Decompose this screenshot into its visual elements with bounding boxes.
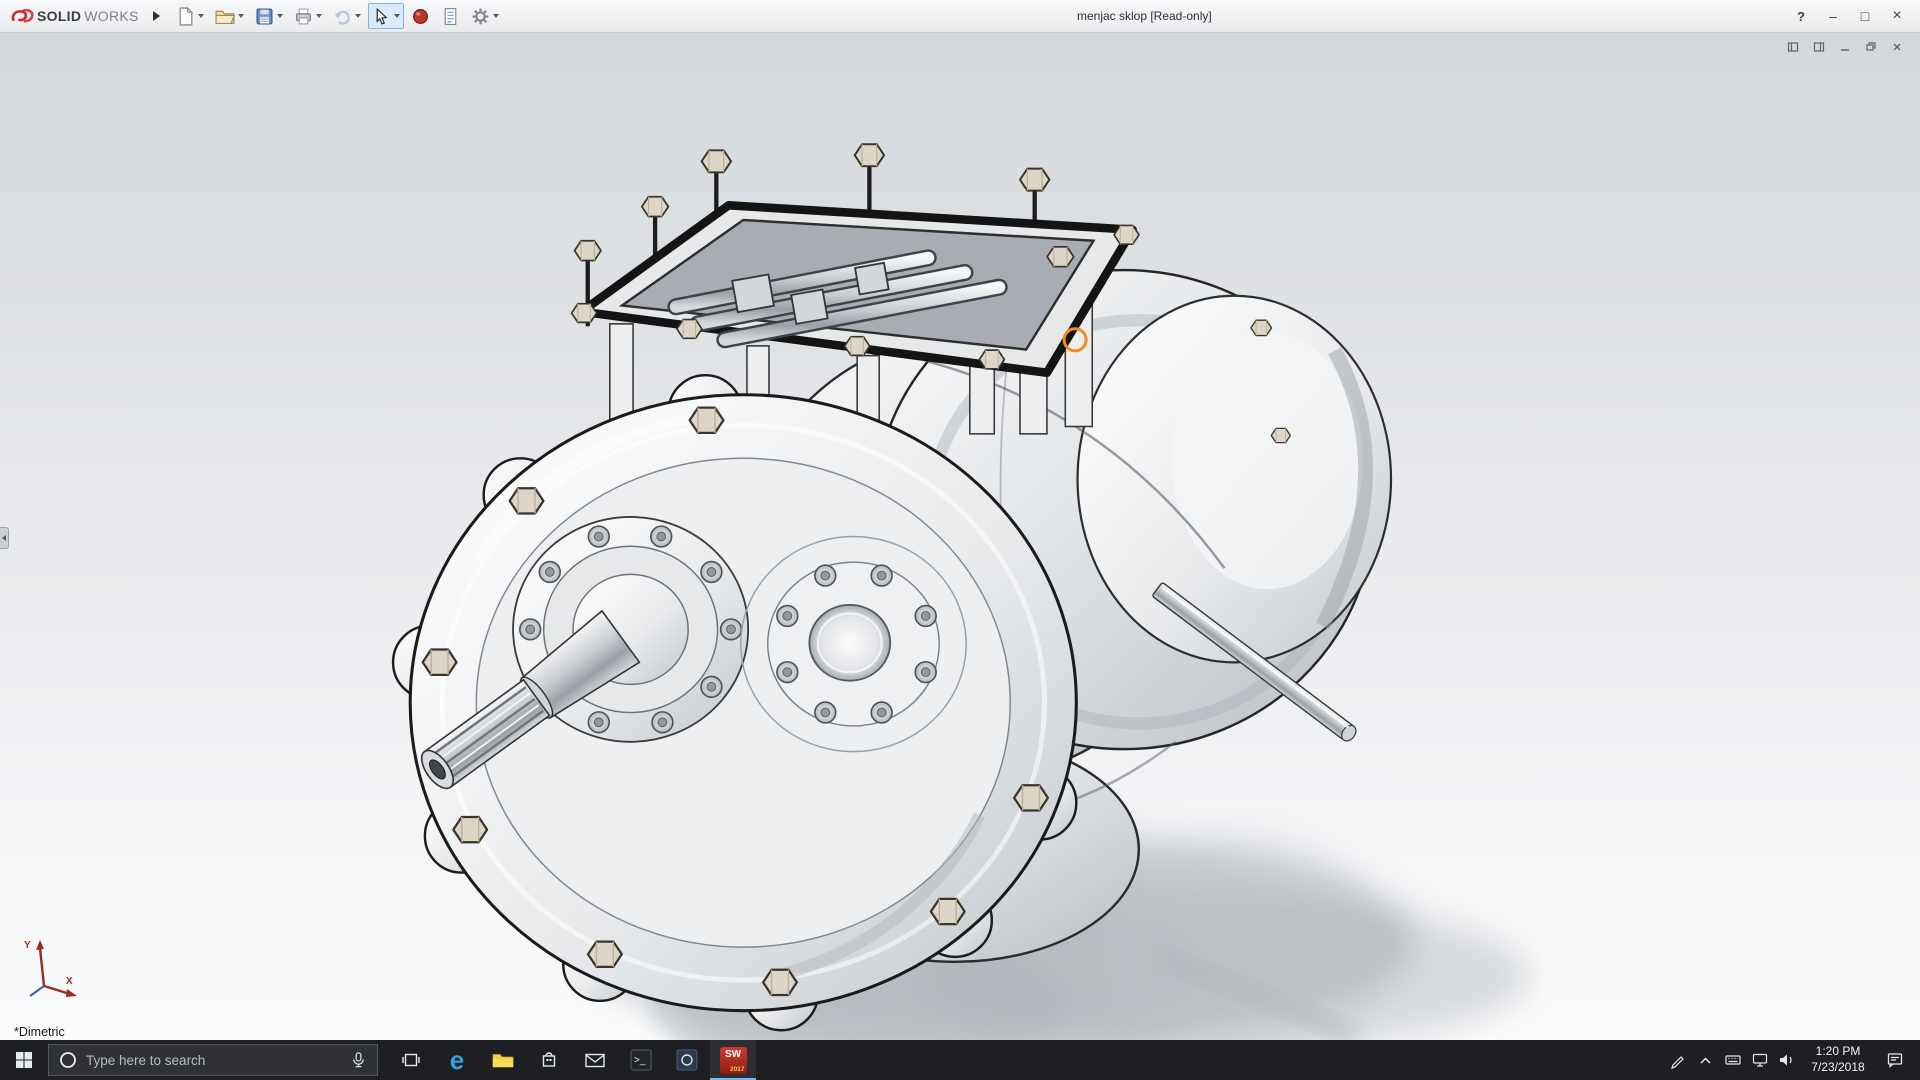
options-button[interactable] [467, 3, 503, 29]
file-properties-icon [441, 7, 460, 26]
save-icon [255, 7, 274, 26]
edge-button[interactable]: e [434, 1040, 480, 1080]
view-orientation-label: *Dimetric [14, 1025, 65, 1039]
file-explorer-button[interactable] [480, 1040, 526, 1080]
svg-text:>_: >_ [634, 1055, 646, 1066]
triad-x-label: X [66, 976, 73, 987]
titlebar: SOLIDWORKS [0, 0, 1920, 33]
windows-taskbar: Type here to search e [0, 1040, 1920, 1080]
solidworks-2017-icon: SW 2017 [720, 1047, 747, 1074]
minimize-button[interactable]: – [1818, 3, 1848, 29]
options-gear-icon [471, 7, 490, 26]
dropdown-arrow-icon[interactable] [355, 14, 361, 18]
dropdown-arrow-icon[interactable] [198, 14, 204, 18]
print-button[interactable] [290, 3, 326, 29]
undo-icon [333, 7, 352, 26]
help-button[interactable]: ? [1786, 3, 1816, 29]
action-center-button[interactable] [1876, 1040, 1914, 1080]
hidden-icons-button[interactable] [1692, 1040, 1719, 1080]
task-view-icon [401, 1050, 421, 1070]
touch-keyboard-icon [1724, 1051, 1742, 1069]
pen-icon [1670, 1052, 1687, 1069]
dropdown-arrow-icon[interactable] [238, 14, 244, 18]
maximize-button[interactable]: □ [1850, 3, 1880, 29]
pen-workspace-button[interactable] [1665, 1040, 1692, 1080]
menu-expand-arrow-icon[interactable] [153, 11, 160, 21]
app-tile-button[interactable] [664, 1040, 710, 1080]
file-explorer-icon [492, 1051, 514, 1070]
rebuild-icon [411, 7, 430, 26]
volume-button[interactable] [1773, 1040, 1800, 1080]
mail-button[interactable] [572, 1040, 618, 1080]
print-icon [294, 7, 313, 26]
triad-y-label: Y [24, 940, 31, 951]
command-prompt-button[interactable]: >_ [618, 1040, 664, 1080]
windows-logo-icon [15, 1051, 33, 1069]
feature-panel-collapse-tab[interactable] [0, 527, 9, 549]
dropdown-arrow-icon[interactable] [493, 14, 499, 18]
graphics-area[interactable]: Y X *Dimetric [0, 33, 1920, 1040]
chevron-up-icon [1698, 1053, 1713, 1068]
dropdown-arrow-icon[interactable] [277, 14, 283, 18]
solidworks-ds-icon [10, 7, 34, 25]
brand-text-light: WORKS [84, 8, 138, 24]
save-button[interactable] [251, 3, 287, 29]
brand-text-bold: SOLID [37, 8, 81, 24]
clock-date: 7/23/2018 [1802, 1060, 1874, 1076]
task-view-button[interactable] [388, 1040, 434, 1080]
chevron-left-icon [2, 535, 6, 541]
taskbar-spacer [756, 1040, 1665, 1080]
open-button[interactable] [211, 3, 248, 29]
doc-minimize-button[interactable] [1836, 39, 1854, 55]
app-tile-icon [676, 1049, 698, 1071]
quick-access-toolbar [172, 3, 503, 29]
taskbar-clock[interactable]: 1:20 PM 7/23/2018 [1800, 1044, 1876, 1075]
volume-icon [1778, 1051, 1796, 1069]
rebuild-button[interactable] [407, 3, 434, 29]
window-controls: ? – □ × [1786, 3, 1920, 29]
select-tool-button[interactable] [368, 3, 404, 29]
start-button[interactable] [0, 1040, 48, 1080]
doc-restore-button[interactable] [1862, 39, 1880, 55]
action-center-icon [1886, 1051, 1904, 1069]
microphone-icon[interactable] [350, 1051, 367, 1069]
select-cursor-icon [372, 7, 391, 26]
dropdown-arrow-icon[interactable] [394, 14, 400, 18]
close-button[interactable]: × [1882, 3, 1912, 29]
cortana-icon [59, 1051, 77, 1069]
solidworks-logo: SOLIDWORKS [0, 7, 147, 25]
undo-button[interactable] [329, 3, 365, 29]
pane-right-icon[interactable] [1810, 39, 1828, 55]
pane-left-icon[interactable] [1784, 39, 1802, 55]
dropdown-arrow-icon[interactable] [316, 14, 322, 18]
search-placeholder-text: Type here to search [86, 1053, 341, 1068]
store-button[interactable] [526, 1040, 572, 1080]
new-document-icon [176, 7, 195, 26]
network-button[interactable] [1746, 1040, 1773, 1080]
touch-keyboard-button[interactable] [1719, 1040, 1746, 1080]
solidworks-taskbar-button[interactable]: SW 2017 [710, 1040, 756, 1080]
document-title: menjac sklop [Read-only] [503, 9, 1786, 23]
document-window-controls [1784, 39, 1906, 55]
network-icon [1751, 1051, 1769, 1069]
clock-time: 1:20 PM [1802, 1044, 1874, 1060]
mail-icon [585, 1053, 605, 1068]
taskbar-search[interactable]: Type here to search [48, 1044, 378, 1076]
edge-icon: e [450, 1047, 464, 1073]
taskbar-apps: e >_ [388, 1040, 756, 1080]
gearbox-model-canvas[interactable] [0, 33, 1920, 1040]
new-document-button[interactable] [172, 3, 208, 29]
system-tray: 1:20 PM 7/23/2018 [1665, 1040, 1920, 1080]
orientation-triad: Y X [16, 934, 80, 1004]
open-folder-icon [215, 7, 235, 26]
file-properties-button[interactable] [437, 3, 464, 29]
doc-close-button[interactable] [1888, 39, 1906, 55]
command-prompt-icon: >_ [630, 1049, 652, 1071]
store-icon [540, 1050, 558, 1070]
